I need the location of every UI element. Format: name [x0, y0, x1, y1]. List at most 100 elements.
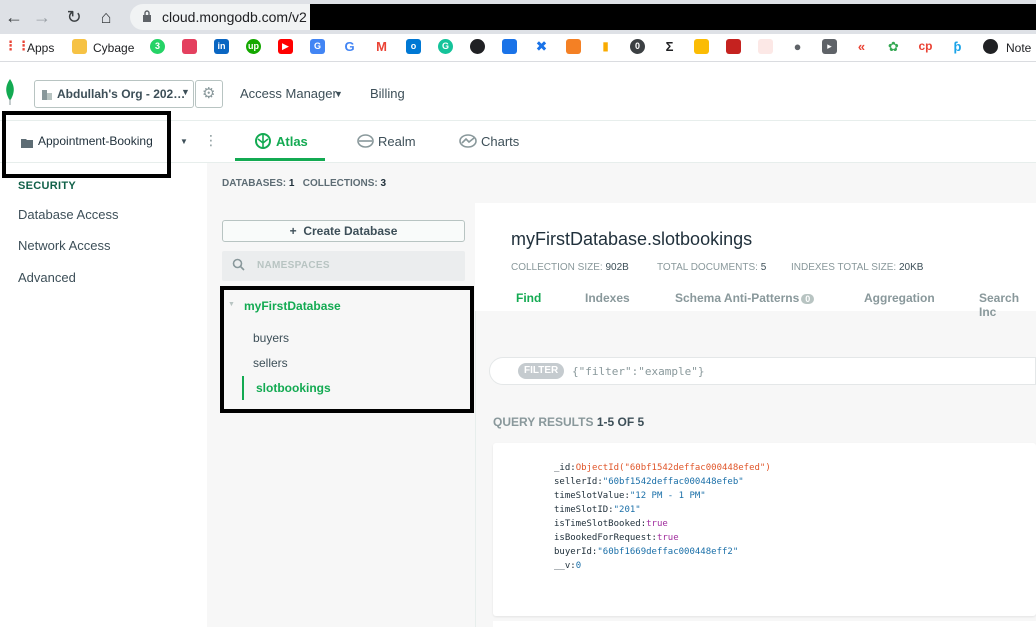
whatsapp-icon[interactable]: 3	[150, 39, 165, 54]
doc-value-istimeslotbooked: true	[646, 519, 668, 529]
tab-search-indexes[interactable]: Search Inc	[979, 291, 1036, 319]
create-database-label: Create Database	[303, 224, 398, 238]
more-icon[interactable]: ⋮	[204, 132, 218, 149]
url-text: cloud.mongodb.com/v2	[162, 9, 307, 25]
search-icon	[232, 258, 245, 276]
circle-icon[interactable]: 0	[630, 39, 645, 54]
collections-label: COLLECTIONS:	[302, 178, 378, 189]
collection-size-value: 902B	[605, 262, 629, 273]
create-database-button[interactable]: + Create Database	[222, 220, 465, 242]
p-icon[interactable]: ƥ	[950, 39, 965, 54]
shield-icon[interactable]	[502, 39, 517, 54]
tab-atlas[interactable]: Atlas	[276, 134, 308, 149]
doc-field-sellerid: sellerId:"60bf1542deffac000448efeb"	[554, 477, 744, 487]
anti-patterns-badge: 0	[801, 294, 815, 304]
cp-icon[interactable]: cp	[918, 39, 933, 54]
nav-network-access[interactable]: Network Access	[18, 238, 110, 253]
doc-field-id: _id:ObjectId("60bf1542deffac000448efed")	[554, 463, 771, 473]
charts-icon	[459, 134, 477, 153]
doc-value-buyerid: "60bf1669deffac000448eff2"	[597, 547, 739, 557]
reload-icon[interactable]: ↻	[62, 5, 86, 29]
collection-size-stat: COLLECTION SIZE: 902B	[511, 262, 629, 273]
doc-field-buyerid: buyerId:"60bf1669deffac000448eff2"	[554, 547, 739, 557]
bookmark-note[interactable]: Note	[1006, 40, 1031, 56]
linkedin-icon[interactable]: in	[214, 39, 229, 54]
bookmark-cybage[interactable]: Cybage	[93, 40, 134, 56]
grammarly-icon[interactable]: G	[438, 39, 453, 54]
red-square-icon[interactable]	[726, 39, 741, 54]
bookmark-apps[interactable]: Apps	[27, 40, 54, 56]
back-icon[interactable]: ←	[2, 5, 26, 29]
org-settings-button[interactable]: ⚙	[195, 80, 223, 108]
arrow-icon[interactable]: «	[854, 39, 869, 54]
apple-icon[interactable]: ●	[790, 39, 805, 54]
namespace-search[interactable]: NAMESPACES	[222, 251, 465, 281]
collection-size-label: COLLECTION SIZE:	[511, 262, 603, 273]
youtube-icon[interactable]: ▶	[278, 39, 293, 54]
doc-value-isbookedforrequest: true	[656, 533, 679, 543]
outlook-icon[interactable]: o	[406, 39, 421, 54]
folder-icon	[72, 39, 87, 54]
analytics-icon[interactable]: ▮	[598, 39, 613, 54]
org-name: Abdullah's Org - 202…	[57, 87, 186, 101]
building-icon	[41, 88, 53, 100]
query-results-label: QUERY RESULTS	[493, 415, 594, 429]
doc-value-timeslotvalue: "12 PM - 1 PM"	[629, 491, 706, 501]
tab-realm[interactable]: Realm	[378, 134, 416, 149]
access-manager-link[interactable]: Access Manager	[240, 86, 337, 101]
doc-value-sellerid: "60bf1542deffac000448efeb"	[602, 477, 744, 487]
total-documents-stat: TOTAL DOCUMENTS: 5	[657, 262, 766, 273]
query-results-range: 1-5 OF 5	[596, 415, 645, 429]
nav-database-access[interactable]: Database Access	[18, 207, 118, 222]
mongodb-leaf-icon[interactable]	[4, 79, 16, 105]
tab-indexes[interactable]: Indexes	[585, 291, 630, 305]
filter-label: FILTER	[518, 363, 565, 379]
home-icon[interactable]: ⌂	[94, 5, 118, 29]
play-icon[interactable]: ▸	[822, 39, 837, 54]
total-documents-label: TOTAL DOCUMENTS:	[657, 262, 758, 273]
org-selector[interactable]: Abdullah's Org - 202… ▼	[34, 80, 194, 108]
sigma-icon[interactable]: Σ	[662, 39, 677, 54]
chevron-down-icon[interactable]: ▼	[180, 137, 188, 146]
namespace-placeholder: NAMESPACES	[257, 260, 330, 271]
chevron-down-icon: ▼	[181, 87, 190, 97]
forward-icon[interactable]: →	[30, 5, 54, 29]
globe-icon[interactable]	[470, 39, 485, 54]
doc-value-timeslotid: "201"	[613, 505, 641, 515]
doc-value-id: ObjectId("60bf1542deffac000448efed")	[575, 463, 771, 473]
translate-icon[interactable]: G	[310, 39, 325, 54]
tab-find[interactable]: Find	[516, 291, 541, 305]
instagram-icon[interactable]	[182, 39, 197, 54]
gmail-icon[interactable]: M	[374, 39, 389, 54]
keep-icon[interactable]	[694, 39, 709, 54]
nav-advanced[interactable]: Advanced	[18, 270, 76, 285]
gear-icon: ⚙	[202, 85, 216, 102]
billing-link[interactable]: Billing	[370, 86, 405, 101]
doc-field-istimeslotbooked: isTimeSlotBooked:true	[554, 519, 668, 529]
google-icon[interactable]: G	[342, 39, 357, 54]
doc-field-timeslotvalue: timeSlotValue:"12 PM - 1 PM"	[554, 491, 706, 501]
indexes-size-value: 20KB	[899, 262, 924, 273]
tab-charts[interactable]: Charts	[481, 134, 519, 149]
globe-icon[interactable]	[983, 39, 998, 54]
counts-row: DATABASES: 1 COLLECTIONS: 3	[222, 178, 386, 189]
cross-icon[interactable]: ✖	[534, 39, 549, 54]
tab-schema-anti-patterns[interactable]: Schema Anti-Patterns 0	[675, 291, 815, 305]
document-card[interactable]	[493, 621, 1036, 631]
stackoverflow-icon[interactable]	[566, 39, 581, 54]
doc-value-v: 0	[575, 561, 582, 571]
upwork-icon[interactable]: up	[246, 39, 261, 54]
tab-aggregation[interactable]: Aggregation	[864, 291, 935, 305]
highlight-box	[2, 111, 171, 178]
plus-icon: +	[289, 224, 297, 238]
doc-field-isbookedforrequest: isBookedForRequest:true	[554, 533, 679, 543]
leaf-icon[interactable]: ✿	[886, 39, 901, 54]
query-results-heading: QUERY RESULTS 1-5 OF 5	[493, 415, 644, 429]
realm-icon	[357, 134, 374, 153]
apps-grid-icon: ⋮⋮	[4, 38, 30, 53]
security-heading: SECURITY	[18, 180, 77, 192]
calendar-icon[interactable]	[758, 39, 773, 54]
chevron-down-icon[interactable]: ▼	[334, 89, 343, 99]
doc-field-v: __v:0	[554, 561, 582, 571]
filter-input[interactable]: FILTER {"filter":"example"}	[489, 357, 1036, 385]
